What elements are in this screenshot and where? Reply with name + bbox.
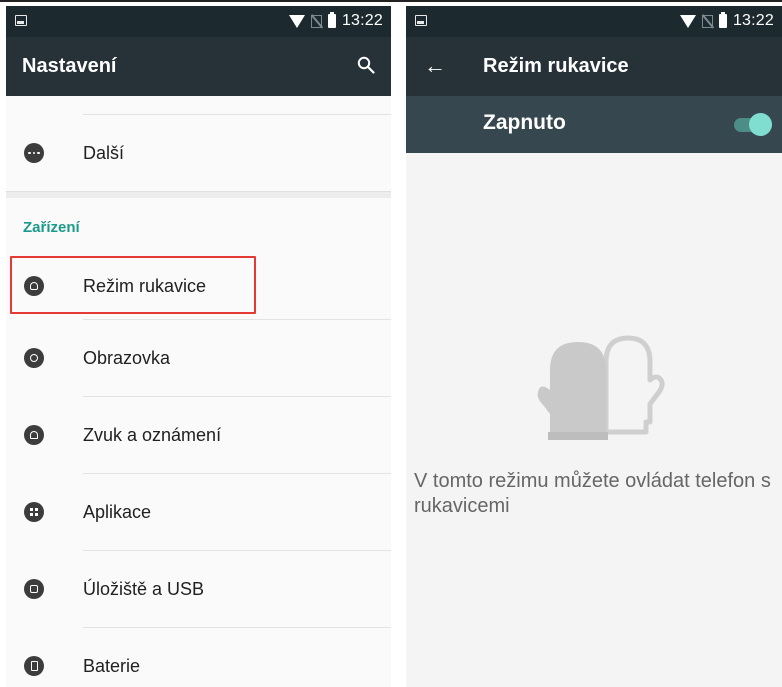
wifi-icon bbox=[679, 14, 696, 28]
list-item-glove-mode[interactable]: Režim rukavice bbox=[6, 253, 391, 319]
status-time: 13:22 bbox=[341, 12, 383, 29]
settings-list: Další Zařízení Režim rukavice Obrazovka … bbox=[6, 96, 391, 687]
section-header: Zařízení bbox=[6, 198, 391, 253]
brightness-icon bbox=[24, 348, 44, 368]
glove-icon bbox=[24, 276, 44, 296]
list-item-sound[interactable]: Zvuk a oznámení bbox=[6, 397, 391, 473]
image-notification-icon bbox=[415, 15, 427, 26]
master-switch-bar[interactable]: Zapnuto bbox=[406, 96, 782, 153]
description-text: V tomto režimu můžete ovládat telefon s … bbox=[414, 470, 771, 517]
battery-status-icon bbox=[327, 12, 336, 28]
switch-label: Zapnuto bbox=[483, 111, 566, 134]
section-divider bbox=[6, 191, 391, 198]
list-item-label: Režim rukavice bbox=[83, 275, 207, 296]
page-title: Režim rukavice bbox=[483, 55, 629, 77]
bell-icon bbox=[24, 425, 44, 445]
list-item-label: Další bbox=[83, 142, 125, 163]
no-sim-icon bbox=[310, 14, 322, 28]
list-item-apps[interactable]: Aplikace bbox=[6, 474, 391, 550]
glove-mode-screen: 13:22 ← Režim rukavice Zapnuto V tomto r… bbox=[406, 6, 782, 687]
battery-icon bbox=[24, 656, 44, 676]
page-title: Nastavení bbox=[22, 55, 117, 77]
list-item-label: Baterie bbox=[83, 655, 141, 676]
back-arrow-icon[interactable]: ← bbox=[424, 55, 446, 77]
status-bar: 13:22 bbox=[6, 6, 391, 37]
list-item-battery[interactable]: Baterie bbox=[6, 628, 391, 687]
list-item-label: Zvuk a oznámení bbox=[83, 424, 222, 445]
storage-icon bbox=[24, 579, 44, 599]
no-sim-icon bbox=[701, 14, 713, 28]
list-item-label: Úložiště a USB bbox=[83, 578, 205, 599]
toolbar: ← Režim rukavice bbox=[406, 37, 782, 96]
status-time: 13:22 bbox=[732, 12, 774, 29]
image-notification-icon bbox=[15, 15, 27, 26]
list-item-dalsi[interactable]: Další bbox=[6, 115, 391, 191]
more-icon bbox=[24, 143, 44, 163]
list-item-label: Obrazovka bbox=[83, 347, 171, 368]
search-icon[interactable] bbox=[357, 56, 375, 74]
toolbar: Nastavení bbox=[6, 37, 391, 96]
battery-status-icon bbox=[718, 12, 727, 28]
settings-screen: 13:22 Nastavení Další Zařízení Režim ruk… bbox=[6, 6, 391, 687]
top-rule bbox=[0, 0, 782, 2]
wifi-icon bbox=[288, 14, 305, 28]
toggle-switch[interactable] bbox=[749, 113, 772, 136]
list-item-display[interactable]: Obrazovka bbox=[6, 320, 391, 396]
list-item-label: Aplikace bbox=[83, 501, 152, 522]
section-title: Zařízení bbox=[23, 219, 80, 236]
apps-icon bbox=[24, 502, 44, 522]
list-item-storage[interactable]: Úložiště a USB bbox=[6, 551, 391, 627]
status-bar: 13:22 bbox=[406, 6, 782, 37]
gloves-illustration-icon bbox=[537, 335, 665, 440]
